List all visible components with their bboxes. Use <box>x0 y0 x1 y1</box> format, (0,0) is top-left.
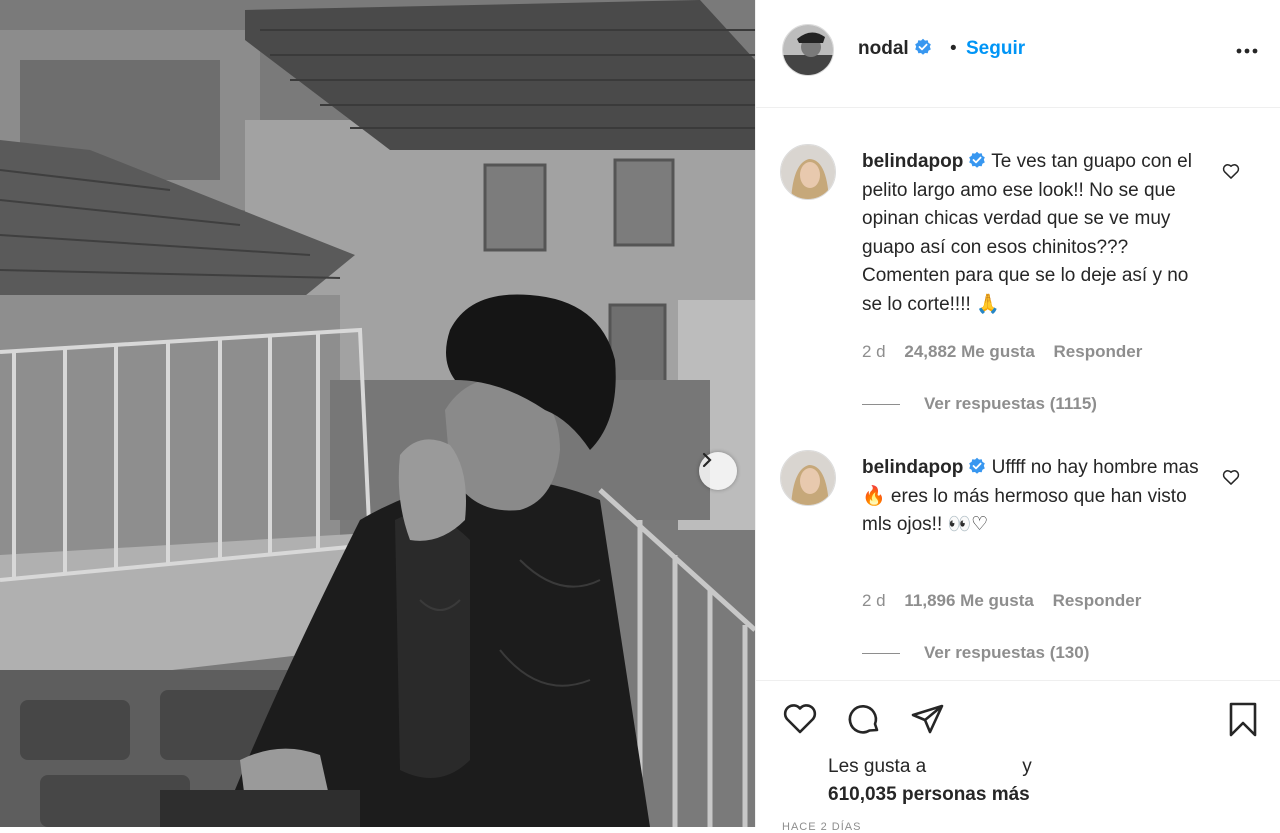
comment-time: 2 d <box>862 342 886 361</box>
likes-count[interactable]: 610,035 personas más <box>828 784 1030 806</box>
replies-divider <box>862 653 900 655</box>
likes-conjunction: y <box>1022 756 1032 777</box>
verified-badge-icon <box>969 457 986 474</box>
view-replies-button[interactable]: Ver respuestas (130) <box>862 643 1089 663</box>
share-icon[interactable] <box>908 699 948 739</box>
verified-badge-icon <box>914 38 931 55</box>
commenter-username[interactable]: belindapop <box>862 457 963 478</box>
comment-meta: 2 d 24,882 Me gusta Responder <box>862 342 1156 362</box>
reply-button[interactable]: Responder <box>1053 591 1142 610</box>
separator-dot: • <box>950 38 957 59</box>
photo-scene <box>0 0 755 827</box>
likes-summary: Les gusta a y <box>828 756 1032 778</box>
comment-icon[interactable] <box>844 699 884 739</box>
follow-button[interactable]: Seguir <box>966 38 1025 60</box>
replies-divider <box>862 404 900 406</box>
author-avatar[interactable] <box>782 24 834 76</box>
comment-body: Te ves tan guapo con el pelito largo amo… <box>862 151 1192 315</box>
post-timestamp: HACE 2 DÍAS <box>782 821 862 833</box>
comment-heart-icon[interactable] <box>1221 467 1241 487</box>
more-options-icon[interactable] <box>1234 38 1260 64</box>
post-photo <box>0 0 755 827</box>
verified-badge-icon <box>969 151 986 168</box>
post-sidebar: nodal • Seguir belindapop Te ves tan gua… <box>755 0 1280 833</box>
comment-heart-icon[interactable] <box>1221 161 1241 181</box>
commenter-username[interactable]: belindapop <box>862 151 963 172</box>
post-actions: Les gusta a y 610,035 personas más HACE 2… <box>756 680 1280 833</box>
bookmark-icon[interactable] <box>1223 699 1263 739</box>
view-replies-button[interactable]: Ver respuestas (1115) <box>862 394 1097 414</box>
next-photo-button[interactable] <box>699 452 737 490</box>
comment-meta: 2 d 11,896 Me gusta Responder <box>862 591 1155 611</box>
heart-icon[interactable] <box>780 699 820 739</box>
commenter-avatar[interactable] <box>780 144 836 200</box>
commenter-avatar[interactable] <box>780 450 836 506</box>
reply-button[interactable]: Responder <box>1054 342 1143 361</box>
comment-text: belindapop Te ves tan guapo con el pelit… <box>862 148 1207 319</box>
comment-likes[interactable]: 24,882 Me gusta <box>904 342 1034 361</box>
chevron-right-icon <box>702 452 712 468</box>
post-header: nodal • Seguir <box>756 0 1280 108</box>
likes-prefix: Les gusta a <box>828 756 927 777</box>
author-username[interactable]: nodal <box>858 38 932 60</box>
comment-time: 2 d <box>862 591 886 610</box>
comment-text: belindapop Uffff no hay hombre mas 🔥 ere… <box>862 454 1207 540</box>
comment-likes[interactable]: 11,896 Me gusta <box>904 591 1033 610</box>
